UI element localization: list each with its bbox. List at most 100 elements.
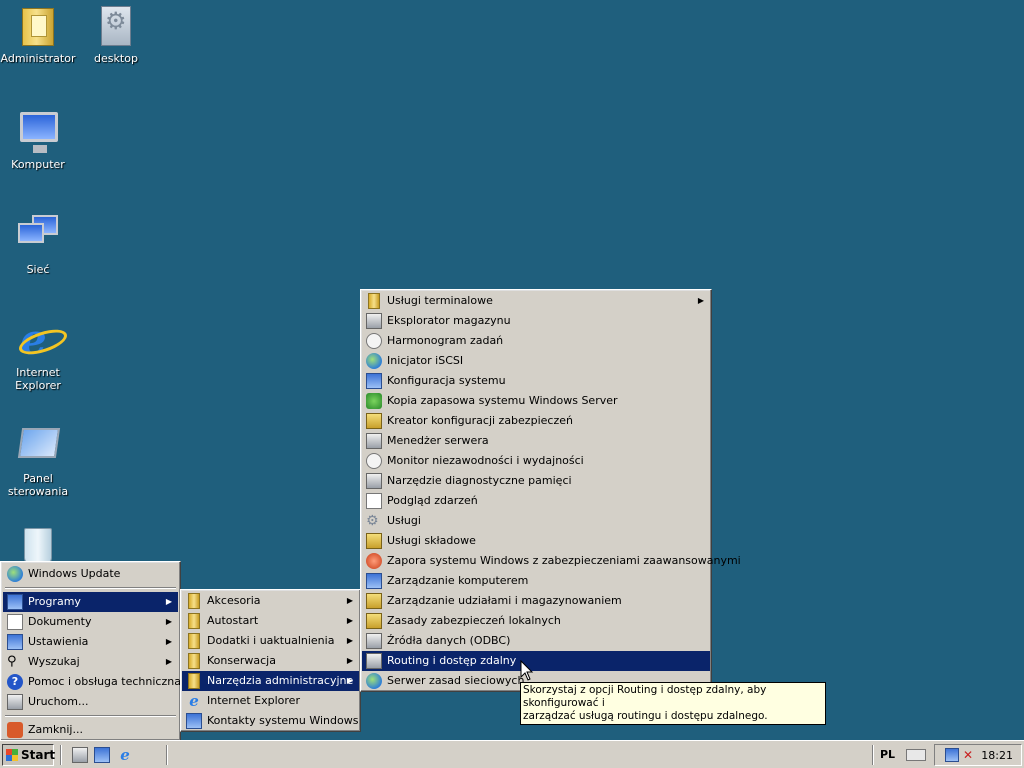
volume-muted-icon[interactable]: ✕	[963, 748, 977, 762]
start-menu-item-help[interactable]: ? Pomoc i obsługa techniczna	[3, 672, 181, 692]
control-panel-icon	[17, 424, 61, 468]
keyboard-icon[interactable]	[906, 749, 926, 761]
settings-icon	[7, 634, 23, 650]
mouse-cursor-icon	[520, 660, 534, 681]
taskbar-separator	[166, 745, 168, 765]
submenu-arrow-icon: ▶	[165, 597, 172, 606]
desktop-icon-administrator[interactable]: Administrator	[0, 4, 76, 65]
programs-menu: Akcesoria ▶ Autostart ▶ Dodatki i uaktua…	[180, 589, 361, 732]
admin-item-odbc[interactable]: Źródła danych (ODBC)	[362, 631, 710, 651]
internet-explorer-quicklaunch-icon[interactable]: e	[117, 747, 133, 763]
programs-item-accessories[interactable]: Akcesoria ▶	[182, 591, 359, 611]
admin-item-component-services[interactable]: Usługi składowe	[362, 531, 710, 551]
folder-icon	[368, 293, 380, 309]
menu-item-label: Serwer zasad sieciowych	[387, 674, 525, 687]
server-manager-icon	[366, 433, 382, 449]
menu-item-label: Programy	[28, 595, 81, 608]
start-button-label: Start	[21, 748, 56, 762]
start-menu-item-search[interactable]: ⚲ Wyszukaj ▶	[3, 652, 178, 672]
admin-item-event-viewer[interactable]: Podgląd zdarzeń	[362, 491, 710, 511]
desktop-icon-control-panel[interactable]: Panel sterowania	[0, 424, 76, 498]
contacts-icon	[186, 713, 202, 729]
menu-item-label: Zapora systemu Windows z zabezpieczeniam…	[387, 554, 741, 567]
programs-item-autostart[interactable]: Autostart ▶	[182, 611, 359, 631]
start-menu-item-documents[interactable]: Dokumenty ▶	[3, 612, 178, 632]
desktop-icon-computer[interactable]: Komputer	[0, 110, 76, 171]
desktop-file-icon	[96, 4, 136, 48]
start-menu-item-run[interactable]: Uruchom...	[3, 692, 178, 712]
taskbar-separator	[60, 745, 62, 765]
memory-diagnostic-icon	[366, 473, 382, 489]
desktop-icon-desktop[interactable]: desktop	[78, 4, 154, 65]
admin-item-backup[interactable]: Kopia zapasowa systemu Windows Server	[362, 391, 710, 411]
tooltip-line-1: Skorzystaj z opcji Routing i dostęp zdal…	[523, 684, 767, 709]
internet-explorer-icon: e	[20, 315, 47, 364]
system-tray: ✕ 18:21	[934, 744, 1022, 766]
menu-item-label: Zarządzanie udziałami i magazynowaniem	[387, 594, 622, 607]
network-status-icon[interactable]	[945, 748, 959, 762]
admin-item-share-management[interactable]: Zarządzanie udziałami i magazynowaniem	[362, 591, 710, 611]
programs-item-admin-tools[interactable]: Narzędzia administracyjne ▶	[182, 671, 359, 691]
programs-item-contacts[interactable]: Kontakty systemu Windows	[182, 711, 359, 731]
taskbar: Start e PL ✕ 18:21	[0, 740, 1024, 768]
admin-item-terminal-services[interactable]: Usługi terminalowe ▶	[362, 291, 710, 311]
submenu-arrow-icon: ▶	[346, 636, 353, 645]
admin-item-server-manager[interactable]: Menedżer serwera	[362, 431, 710, 451]
menu-item-label: Eksplorator magazynu	[387, 314, 511, 327]
event-viewer-icon	[366, 493, 382, 509]
start-menu-item-settings[interactable]: Ustawienia ▶	[3, 632, 178, 652]
programs-item-internet-explorer[interactable]: e Internet Explorer	[182, 691, 359, 711]
start-button[interactable]: Start	[2, 744, 56, 766]
admin-item-routing[interactable]: Routing i dostęp zdalny	[362, 651, 710, 671]
backup-icon	[366, 393, 382, 409]
admin-item-iscsi[interactable]: Inicjator iSCSI	[362, 351, 710, 371]
desktop-icon-label: Sieć	[26, 263, 50, 276]
submenu-arrow-icon: ▶	[165, 657, 172, 666]
windows-update-icon	[7, 566, 23, 582]
user-folder-icon	[18, 4, 58, 48]
desktop-icon-label: Internet Explorer	[15, 366, 61, 392]
menu-item-label: Uruchom...	[28, 695, 89, 708]
taskbar-separator	[872, 745, 874, 765]
start-menu-item-windows-update[interactable]: Windows Update	[3, 564, 178, 584]
server-manager-quicklaunch-icon[interactable]	[72, 747, 88, 763]
clock[interactable]: 18:21	[981, 749, 1013, 762]
admin-item-security-wizard[interactable]: Kreator konfiguracji zabezpieczeń	[362, 411, 710, 431]
component-services-icon	[366, 533, 382, 549]
menu-item-label: Menedżer serwera	[387, 434, 489, 447]
start-menu-item-shutdown[interactable]: Zamknij...	[3, 720, 178, 740]
programs-item-maintenance[interactable]: Konserwacja ▶	[182, 651, 359, 671]
admin-item-task-scheduler[interactable]: Harmonogram zadań	[362, 331, 710, 351]
admin-item-computer-management[interactable]: Zarządzanie komputerem	[362, 571, 710, 591]
admin-item-firewall[interactable]: Zapora systemu Windows z zabezpieczeniam…	[362, 551, 741, 571]
menu-item-label: Kontakty systemu Windows	[207, 714, 359, 727]
search-icon: ⚲	[7, 654, 17, 669]
show-desktop-icon[interactable]	[94, 747, 110, 763]
menu-item-label: Monitor niezawodności i wydajności	[387, 454, 584, 467]
language-indicator[interactable]: PL	[880, 748, 895, 761]
menu-item-label: Routing i dostęp zdalny	[387, 654, 517, 667]
programs-item-addons[interactable]: Dodatki i uaktualnienia ▶	[182, 631, 359, 651]
admin-item-services[interactable]: ⚙ Usługi	[362, 511, 710, 531]
menu-item-label: Pomoc i obsługa techniczna	[28, 675, 181, 688]
admin-item-system-config[interactable]: Konfiguracja systemu	[362, 371, 710, 391]
admin-item-performance-monitor[interactable]: Monitor niezawodności i wydajności	[362, 451, 710, 471]
menu-item-label: Konserwacja	[207, 654, 276, 667]
menu-item-label: Internet Explorer	[207, 694, 300, 707]
menu-separator	[5, 715, 176, 717]
admin-item-memory-diagnostic[interactable]: Narzędzie diagnostyczne pamięci	[362, 471, 710, 491]
desktop-icon-network[interactable]: Sieć	[0, 215, 76, 276]
admin-item-storage-explorer[interactable]: Eksplorator magazynu	[362, 311, 710, 331]
menu-item-label: Wyszukaj	[28, 655, 80, 668]
internet-explorer-icon: e	[189, 692, 199, 710]
storage-explorer-icon	[366, 313, 382, 329]
menu-item-label: Akcesoria	[207, 594, 261, 607]
desktop-icon-internet-explorer[interactable]: e Internet Explorer	[0, 315, 76, 393]
shutdown-icon	[7, 722, 23, 738]
admin-item-local-policy[interactable]: Zasady zabezpieczeń lokalnych	[362, 611, 710, 631]
folder-icon	[188, 613, 200, 629]
start-menu-item-programs[interactable]: Programy ▶	[3, 592, 178, 612]
firewall-icon	[366, 553, 382, 569]
menu-item-label: Usługi	[387, 514, 421, 527]
menu-item-label: Usługi składowe	[387, 534, 476, 547]
